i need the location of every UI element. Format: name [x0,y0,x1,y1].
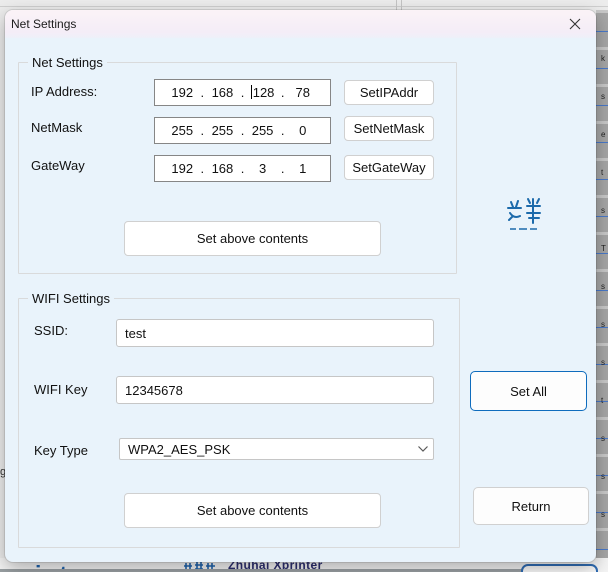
dialog-body: Net Settings IP Address: 192 . 168 . 128… [5,38,596,562]
set-all-button[interactable]: Set All [470,371,587,411]
chevron-down-icon [417,445,429,453]
text-cursor [251,85,252,99]
net-settings-group: Net Settings IP Address: 192 . 168 . 128… [18,62,457,274]
net-settings-dialog: Net Settings Net Settings IP Address: 19… [5,10,596,562]
background-divider [401,0,402,10]
key-type-dropdown[interactable]: WPA2_AES_PSK [119,438,434,460]
wifi-key-input[interactable] [116,376,434,404]
background-text-fragment: s [601,473,605,481]
ip-address-label: IP Address: [31,84,97,99]
net-set-above-contents-button[interactable]: Set above contents [124,221,381,256]
ip-octet: 255 [164,123,201,138]
background-text-fragment: T [601,245,606,253]
wifi-key-label: WIFI Key [34,382,87,397]
background-text-fragment: t [601,169,603,177]
dialog-titlebar[interactable]: Net Settings [5,10,596,38]
key-type-label: Key Type [34,443,88,458]
set-ipaddr-button[interactable]: SetIPAddr [344,80,434,105]
ip-octet: 0 [284,123,321,138]
background-top-strip [0,0,608,10]
ssid-input[interactable] [116,319,434,347]
net-settings-group-label: Net Settings [28,55,107,70]
ssid-label: SSID: [34,323,68,338]
key-type-selected-value: WPA2_AES_PSK [128,442,417,457]
ip-octet-text: 128 [253,85,275,100]
wifi-settings-group-label: WIFI Settings [28,291,114,306]
netmask-input[interactable]: 255 . 255 . 255 . 0 [154,117,331,144]
background-text-fragment: s [601,435,605,443]
background-divider [0,6,608,7]
brand-watermark [506,196,542,236]
brand-watermark-cjk-icon [506,196,542,236]
close-button[interactable] [556,10,594,38]
dialog-title: Net Settings [11,17,76,31]
return-button[interactable]: Return [473,487,589,525]
gateway-input[interactable]: 192 . 168 . 3 . 1 [154,155,331,182]
wifi-settings-group: WIFI Settings SSID: WIFI Key Key Type WP… [18,298,460,548]
background-text-fragment: s [601,283,605,291]
close-icon [569,18,581,30]
set-gateway-button[interactable]: SetGateWay [344,155,434,180]
screen: ksetsTssstsss g printer Zhuhai Xprinter … [0,0,608,572]
background-text-fragment: e [601,131,605,139]
background-text-fragment: k [601,55,605,63]
ip-octet: 168 [204,161,241,176]
background-text-fragment: t [601,397,603,405]
background-divider [396,0,397,10]
ip-octet: 1 [284,161,321,176]
background-text-fragment: s [601,511,605,519]
background-text-fragment: s [601,207,605,215]
ip-octet: 78 [284,85,321,100]
ip-octet: 255 [204,123,241,138]
ip-octet: 255 [244,123,281,138]
set-netmask-button[interactable]: SetNetMask [344,116,434,141]
background-text-fragment: s [601,359,605,367]
ip-octet: 3 [244,161,281,176]
background-text-fragment: s [601,321,605,329]
background-right-strip: k s e t s Ts s s t s s s [596,10,608,572]
wifi-set-above-contents-button[interactable]: Set above contents [124,493,381,528]
ip-address-input[interactable]: 192 . 168 . 128 . 78 [154,79,331,106]
ip-octet: 192 [164,85,201,100]
netmask-label: NetMask [31,120,82,135]
ip-octet: 192 [164,161,201,176]
background-text-fragment: s [601,93,605,101]
background-button-fragment [521,564,598,572]
ip-octet: 168 [204,85,241,100]
ip-octet: 128 [244,85,281,100]
gateway-label: GateWay [31,158,85,173]
